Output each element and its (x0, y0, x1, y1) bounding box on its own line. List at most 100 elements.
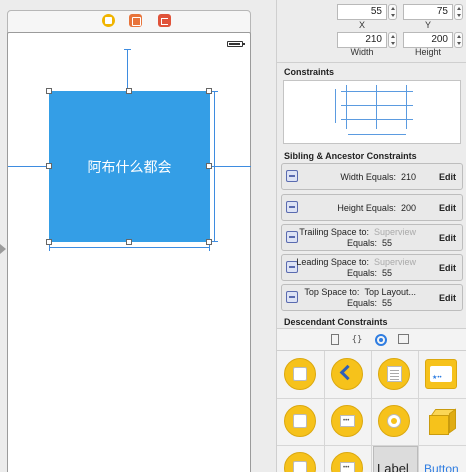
diagram-height-line (335, 89, 336, 123)
constraint-value: 55 (381, 268, 392, 278)
button-item[interactable]: Button (424, 462, 459, 472)
grid-separator (277, 445, 466, 446)
y-field[interactable]: 75 (403, 4, 453, 20)
first-responder-icon[interactable] (129, 14, 142, 27)
constraints-title: Constraints (284, 67, 335, 77)
edit-button[interactable]: Edit (439, 172, 456, 182)
y-stepper[interactable] (454, 4, 463, 20)
battery-icon (227, 41, 245, 47)
height-constraint-icon (286, 201, 298, 213)
x-field[interactable]: 55 (337, 4, 387, 20)
resize-handle-right[interactable] (206, 163, 212, 169)
table-view-controller-icon[interactable] (378, 358, 410, 390)
constraint-text: Equals: 55 (347, 298, 392, 308)
constraint-target: Superview (373, 227, 416, 237)
storyboard-canvas: 阿布什么都会 (0, 0, 272, 472)
diagram-width-line (348, 134, 406, 135)
resize-handle-top[interactable] (126, 88, 132, 94)
grid-separator (324, 351, 325, 472)
blue-view[interactable]: 阿布什么都会 (49, 91, 210, 242)
code-snippet-tab-icon[interactable]: {} (351, 334, 363, 346)
constraint-row-width[interactable]: Width Equals: 210 Edit (281, 163, 463, 190)
constraint-label: Trailing Space to: (299, 227, 369, 237)
constraint-row-top[interactable]: Top Space to: Top Layout... Equals: 55 E… (281, 284, 463, 311)
sibling-ancestor-title: Sibling & Ancestor Constraints (284, 151, 417, 161)
chevron-left-icon (339, 364, 356, 381)
diagram-line (341, 91, 413, 92)
edit-button[interactable]: Edit (439, 293, 456, 303)
grid-separator (418, 351, 419, 472)
resize-handle-bottom[interactable] (126, 239, 132, 245)
constraint-text: Width Equals: 210 (340, 172, 416, 182)
constraint-text: Leading Space to: Superview (296, 257, 416, 267)
constraint-row-leading[interactable]: Leading Space to: Superview Equals: 55 E… (281, 254, 463, 281)
constraint-target: Top Layout... (364, 287, 416, 297)
resize-handle-top-right[interactable] (206, 88, 212, 94)
constraint-value: 55 (381, 238, 392, 248)
cube-front (429, 415, 449, 435)
constraint-value: 210 (400, 172, 416, 182)
view-controller-icon[interactable] (102, 14, 115, 27)
constraint-text: Equals: 55 (347, 238, 392, 248)
height-constraint-line[interactable] (214, 91, 215, 242)
entry-point-arrow-icon[interactable] (0, 244, 6, 254)
edit-button[interactable]: Edit (439, 203, 456, 213)
constraint-label: Equals: (346, 268, 377, 278)
page-dots-icon (340, 415, 355, 427)
constraint-row-trailing[interactable]: Trailing Space to: Superview Equals: 55 … (281, 224, 463, 251)
constraint-value: 200 (400, 203, 416, 213)
constraint-value: 55 (381, 298, 392, 308)
constraints-diagram[interactable] (283, 80, 461, 144)
width-field[interactable]: 210 (337, 32, 387, 48)
edit-button[interactable]: Edit (439, 233, 456, 243)
file-template-tab-icon[interactable] (331, 334, 339, 345)
height-field[interactable]: 200 (403, 32, 453, 48)
constraint-target: Superview (373, 257, 416, 267)
split-view-controller-icon[interactable] (284, 405, 316, 437)
width-constraint-cap-right (209, 244, 210, 251)
scene-dock-icons (100, 14, 180, 28)
page-view-controller-icon[interactable] (331, 405, 363, 437)
edit-button[interactable]: Edit (439, 263, 456, 273)
label-item[interactable]: Label (377, 461, 409, 472)
resize-handle-left[interactable] (46, 163, 52, 169)
constraint-row-height[interactable]: Height Equals: 200 Edit (281, 194, 463, 221)
constraint-text: Height Equals: 200 (337, 203, 416, 213)
height-stepper[interactable] (454, 32, 463, 48)
av-player-controller-icon[interactable] (331, 452, 363, 472)
media-library-tab-icon[interactable] (398, 334, 409, 344)
tab-bar-controller-icon[interactable] (425, 359, 457, 389)
height-constraint-cap-top (211, 91, 218, 92)
width-stepper[interactable] (388, 32, 397, 48)
object-library-tab-icon[interactable] (375, 334, 387, 346)
trailing-constraint-line[interactable] (211, 166, 251, 167)
exit-icon[interactable] (158, 14, 171, 27)
y-label: Y (424, 20, 431, 30)
library-grid: Label Button (277, 351, 466, 472)
width-constraint-line[interactable] (49, 247, 210, 248)
table-icon-glyph (387, 366, 402, 382)
player-controls-icon (340, 462, 355, 472)
resize-handle-top-left[interactable] (46, 88, 52, 94)
grid-separator (371, 351, 372, 472)
resize-handle-bottom-right[interactable] (206, 239, 212, 245)
top-constraint-line[interactable] (127, 50, 128, 90)
view-controller-icon[interactable] (284, 358, 316, 390)
navigation-controller-icon[interactable] (331, 358, 363, 390)
x-stepper[interactable] (388, 4, 397, 20)
constraint-label: Height Equals: (337, 203, 396, 213)
top-constraint-cap (124, 49, 131, 50)
collection-view-controller-icon[interactable] (284, 452, 316, 472)
diagram-line (341, 119, 413, 120)
leading-constraint-line[interactable] (8, 166, 48, 167)
resize-handle-bottom-left[interactable] (46, 239, 52, 245)
cube-side (449, 408, 456, 434)
object-cube-icon[interactable] (429, 407, 457, 437)
divider (277, 62, 466, 63)
top-constraint-icon (286, 291, 298, 303)
descendant-title: Descendant Constraints (284, 317, 388, 327)
split-view-icon-glyph (293, 414, 307, 428)
glkit-view-controller-icon[interactable] (378, 405, 410, 437)
view-controller-icon-glyph (293, 367, 307, 381)
constraint-label: Equals: (346, 298, 377, 308)
